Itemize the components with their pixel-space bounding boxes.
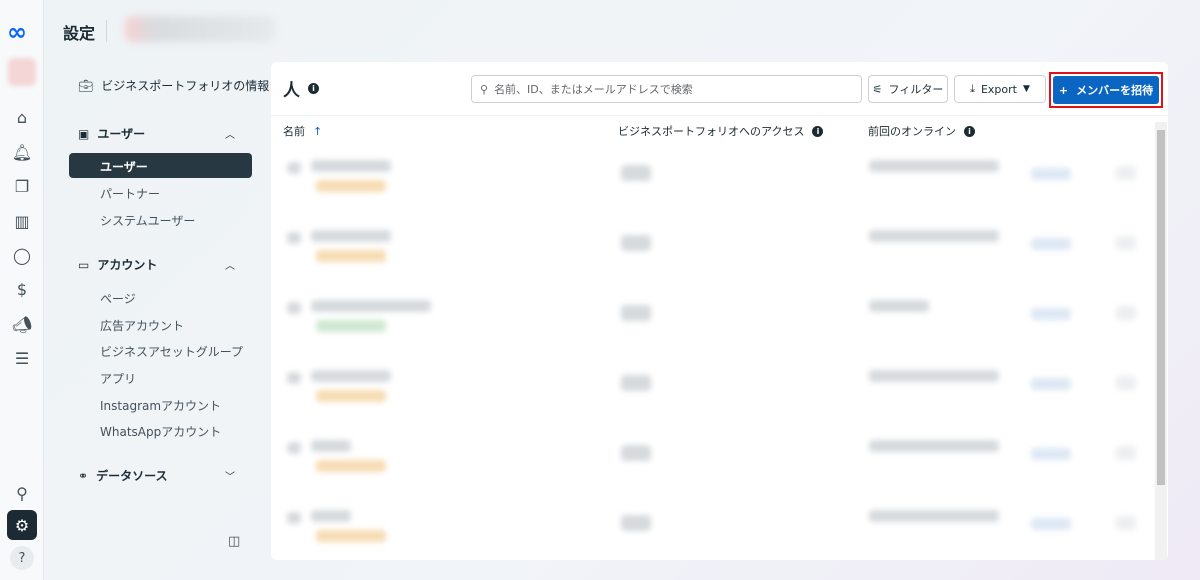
sidebar-item-users[interactable]: ユーザー	[69, 153, 252, 178]
home-icon[interactable]: ⌂	[10, 105, 34, 129]
download-icon: ⤓	[970, 82, 975, 95]
table-row[interactable]	[271, 280, 1151, 350]
chart-icon[interactable]: ▥	[10, 209, 34, 233]
sidebar-item-ad-accounts[interactable]: 広告アカウント	[100, 317, 184, 334]
chevron-up-icon[interactable]: ︿	[225, 257, 235, 272]
sidebar-item-business-info[interactable]: 💼︎ ビジネスポートフォリオの情報	[78, 77, 269, 94]
table-row[interactable]	[271, 420, 1151, 490]
meta-logo-icon[interactable]: ∞	[7, 18, 27, 46]
briefcase-icon: 💼︎	[78, 78, 94, 93]
sidebar-item-instagram[interactable]: Instagramアカウント	[100, 397, 221, 414]
sort-arrow-icon: ↑	[313, 124, 323, 138]
divider	[271, 115, 1168, 116]
people-panel: 人i ⚲ 名前、ID、またはメールアドレスで検索 ⚟ フィルター ⤓ Export ▼ …	[271, 62, 1168, 560]
chat-icon[interactable]: ◯	[10, 243, 34, 267]
caret-down-icon: ▼	[1022, 84, 1030, 94]
panel-title: 人i	[283, 76, 319, 101]
sidebar-section-users[interactable]: ▣ ユーザー	[78, 125, 145, 142]
scrollbar-thumb[interactable]	[1157, 130, 1165, 485]
info-icon[interactable]: i	[308, 83, 319, 94]
sidebar-item-asset-groups[interactable]: ビジネスアセットグループ	[100, 343, 243, 360]
plus-icon: +	[1058, 83, 1069, 97]
sidebar-section-datasources[interactable]: ⚭ データソース	[78, 467, 167, 484]
search-input[interactable]: ⚲ 名前、ID、またはメールアドレスで検索	[471, 75, 862, 103]
archive-icon: ▭	[78, 257, 90, 272]
invite-member-button[interactable]: + メンバーを招待	[1053, 76, 1159, 104]
table-row[interactable]	[271, 490, 1151, 560]
table-row[interactable]	[271, 140, 1151, 210]
collapse-sidebar-icon[interactable]: ◫	[228, 534, 240, 549]
account-switcher[interactable]	[125, 16, 275, 42]
info-icon[interactable]: i	[964, 125, 975, 137]
menu-icon[interactable]: ☰	[10, 346, 34, 370]
scrollbar[interactable]	[1155, 122, 1167, 560]
megaphone-icon[interactable]: 📣︎	[10, 312, 34, 336]
info-icon[interactable]: i	[812, 125, 824, 137]
sliders-icon: ⚟	[872, 82, 883, 96]
sidebar-item-whatsapp[interactable]: WhatsAppアカウント	[100, 423, 221, 440]
datasource-icon: ⚭	[78, 468, 89, 483]
export-button[interactable]: ⤓ Export ▼	[954, 75, 1046, 103]
column-header-name[interactable]: 名前 ↑	[283, 123, 322, 139]
sidebar-item-apps[interactable]: アプリ	[100, 370, 136, 387]
app-nav-rail: ∞ ⌂ 🔔︎ ❐ ▥ ◯ $ 📣︎ ☰ ⚲ ⚙ ?	[0, 0, 44, 580]
chevron-up-icon[interactable]: ︿	[225, 126, 235, 141]
sidebar-item-pages[interactable]: ページ	[100, 290, 136, 307]
bell-icon[interactable]: 🔔︎	[10, 140, 34, 164]
filter-button[interactable]: ⚟ フィルター	[868, 75, 948, 103]
sidebar-section-accounts[interactable]: ▭ アカウント	[78, 256, 157, 273]
dollar-icon[interactable]: $	[10, 277, 34, 301]
sidebar-item-partners[interactable]: パートナー	[100, 185, 160, 202]
search-icon: ⚲	[480, 82, 489, 96]
users-icon: ▣	[78, 126, 90, 141]
table-row[interactable]	[271, 350, 1151, 420]
search-icon[interactable]: ⚲	[10, 481, 34, 505]
business-avatar[interactable]	[8, 58, 36, 86]
help-icon[interactable]: ?	[10, 546, 34, 570]
chevron-down-icon[interactable]: ﹀	[225, 468, 235, 483]
column-header-last-online[interactable]: 前回のオンライン i	[868, 123, 975, 139]
gear-icon[interactable]: ⚙	[7, 510, 37, 540]
sidebar-item-system-users[interactable]: システムユーザー	[100, 212, 195, 229]
column-header-access[interactable]: ビジネスポートフォリオへのアクセス i	[618, 123, 824, 139]
invite-highlight: + メンバーを招待	[1049, 72, 1163, 108]
table-row[interactable]	[271, 210, 1151, 280]
divider	[106, 20, 107, 42]
pages-icon[interactable]: ❐	[10, 174, 34, 198]
page-title: 設定	[63, 24, 96, 43]
